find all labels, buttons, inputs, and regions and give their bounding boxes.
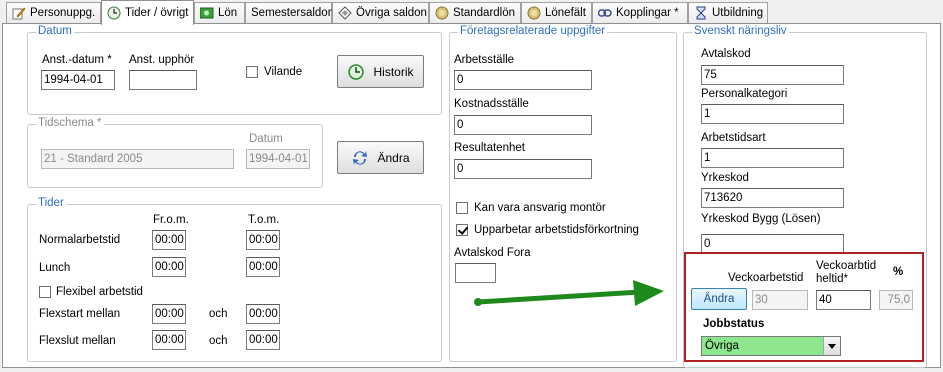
avtalskod-fora-label: Avtalskod Fora [454, 247, 531, 259]
flexslut-from-input[interactable]: 00:00 [152, 330, 186, 350]
hourglass-icon [694, 6, 708, 20]
swap-arrows-icon [351, 149, 369, 167]
flexstart-from-input[interactable]: 00:00 [152, 304, 186, 324]
flexstart-label: Flexstart mellan [39, 308, 121, 320]
normalarbetstid-tom-input[interactable]: 00:00 [246, 230, 280, 250]
highlight-box [684, 252, 924, 362]
clock-icon [107, 6, 121, 20]
anst-datum-label: Anst.-datum * [42, 54, 112, 66]
diamond-icon [338, 6, 352, 20]
personalkategori-input[interactable]: 1 [701, 104, 844, 124]
coin-icon [435, 6, 449, 20]
lunch-tom-input[interactable]: 00:00 [246, 257, 280, 277]
tidschema-input: 21 - Standard 2005 [41, 149, 234, 169]
arbetstidsart-input[interactable]: 1 [701, 148, 844, 168]
tab-ovriga-saldon[interactable]: Övriga saldon [332, 2, 429, 23]
historik-label: Historik [373, 64, 414, 79]
anst-upphor-input[interactable] [129, 70, 197, 90]
yrkeskod-bygg-input[interactable]: 0 [701, 234, 844, 254]
tab-label: Kopplingar * [616, 7, 679, 19]
tab-label: Övriga saldon [356, 7, 427, 19]
tidschema-legend: Tidschema * [36, 117, 104, 129]
yrkeskod-input[interactable]: 713620 [701, 188, 844, 208]
history-icon [347, 63, 365, 81]
personalkategori-label: Personalkategori [701, 88, 788, 100]
pencil-icon [12, 6, 26, 20]
upparbetar-label: Upparbetar arbetstidsförkortning [474, 224, 639, 236]
flexibel-checkbox[interactable] [39, 286, 51, 298]
tab-label: Lön [218, 7, 238, 19]
normalarbetstid-from-input[interactable]: 00:00 [152, 230, 186, 250]
avtalskod-label: Avtalskod [701, 48, 751, 60]
link-icon [597, 6, 612, 20]
flexibel-label: Flexibel arbetstid [56, 286, 143, 298]
upparbetar-checkbox[interactable] [456, 224, 468, 236]
tab-kopplingar[interactable]: Kopplingar * [592, 2, 688, 23]
tab-label: Tider / övrigt [125, 7, 189, 19]
och-label: och [209, 308, 228, 320]
tom-label: T.o.m. [248, 214, 280, 226]
flexslut-label: Flexslut mellan [39, 335, 116, 347]
resultatenhet-label: Resultatenhet [454, 142, 525, 154]
arbetsstalle-label: Arbetsställe [454, 54, 515, 66]
tidschema-andra-button[interactable]: Ändra [337, 141, 424, 174]
avtalskod-input[interactable]: 75 [701, 65, 844, 85]
andra-label: Ändra [377, 150, 410, 165]
kostnadsstalle-label: Kostnadsställe [454, 98, 529, 110]
tab-label: Lönefält [545, 7, 586, 19]
montor-label: Kan vara ansvarig montör [474, 202, 606, 214]
tab-strip: Personuppg. Tider / övrigt Lön Semesters… [0, 0, 943, 25]
tidschema-datum-label: Datum [249, 133, 283, 145]
resultatenhet-input[interactable]: 0 [454, 159, 592, 179]
tider-legend: Tider [36, 197, 66, 209]
vilande-checkbox[interactable] [246, 66, 258, 78]
tab-personuppg[interactable]: Personuppg. [6, 2, 101, 23]
anst-datum-input[interactable]: 1994-04-01 [41, 70, 115, 90]
lunch-label: Lunch [39, 262, 71, 274]
flexstart-to-input[interactable]: 00:00 [246, 304, 280, 324]
coin-icon [527, 6, 541, 20]
foretag-legend: Företagsrelaterade uppgifter [458, 25, 608, 37]
och-label: och [209, 335, 228, 347]
kostnadsstalle-input[interactable]: 0 [454, 115, 592, 135]
tab-label: Utbildning [712, 7, 764, 19]
yrkeskod-bygg-label: Yrkeskod Bygg (Lösen) [701, 213, 821, 225]
tab-tider-ovrigt[interactable]: Tider / övrigt [101, 0, 194, 25]
normalarbetstid-label: Normalarbetstid [39, 234, 121, 246]
tab-lon[interactable]: Lön [194, 2, 245, 23]
tab-label: Personuppg. [30, 7, 96, 19]
arbetstidsart-label: Arbetstidsart [701, 132, 766, 144]
anst-upphor-label: Anst. upphör [129, 54, 195, 66]
tidschema-datum-input: 1994-04-01 [246, 149, 310, 169]
datum-legend: Datum [36, 25, 74, 37]
annotation-arrow-icon [474, 280, 664, 306]
historik-button[interactable]: Historik [337, 55, 424, 88]
flexslut-to-input[interactable]: 00:00 [246, 330, 280, 350]
arbetsstalle-input[interactable]: 0 [454, 70, 592, 90]
lunch-from-input[interactable]: 00:00 [152, 257, 186, 277]
tab-lonefalt[interactable]: Lönefält [521, 2, 592, 23]
money-icon [199, 6, 214, 20]
tab-label: Semestersaldon [251, 7, 335, 19]
yrkeskod-label: Yrkeskod [701, 172, 749, 184]
tab-semestersaldon[interactable]: Semestersaldon [245, 2, 335, 23]
vilande-label: Vilande [264, 66, 303, 78]
tab-label: Standardlön [453, 7, 516, 19]
tab-standardlon[interactable]: Standardlön [429, 2, 521, 23]
tab-utbildning[interactable]: Utbildning [688, 2, 768, 23]
montor-checkbox[interactable] [456, 202, 468, 214]
naringsliv-legend: Svenskt näringsliv [692, 25, 789, 37]
from-label: Fr.o.m. [153, 214, 189, 226]
